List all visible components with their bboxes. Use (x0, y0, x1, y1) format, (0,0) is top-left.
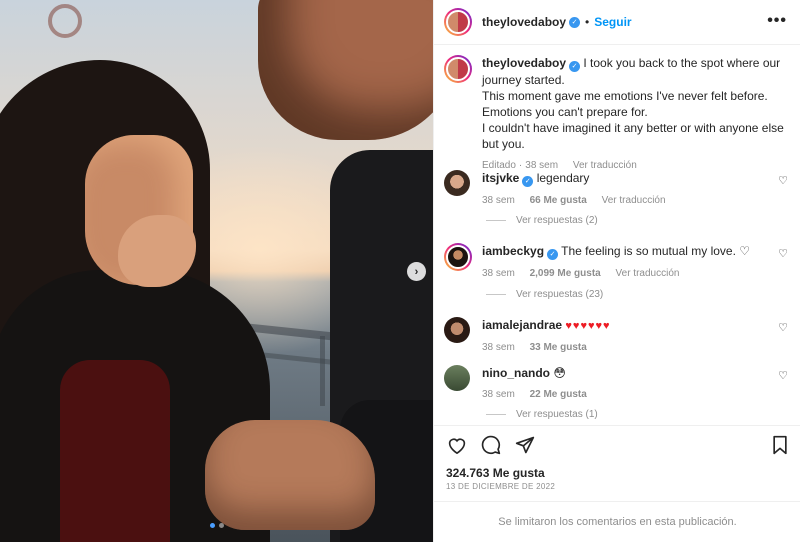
view-replies-button[interactable]: Ver respuestas (23) (486, 289, 603, 300)
comments-limited-notice: Se limitaron los comentarios en esta pub… (434, 501, 800, 542)
bookmark-icon[interactable] (769, 434, 791, 456)
comment-time[interactable]: 38 sem (482, 389, 515, 400)
verified-badge-icon: ✓ (569, 16, 581, 28)
caption-row: theylovedaboy ✓ I took you back to the sp… (444, 55, 796, 174)
comment-meta: 38 sem 33 Me gusta (482, 340, 796, 356)
view-replies-button[interactable]: Ver respuestas (1) (486, 409, 598, 420)
caption-username[interactable]: theylovedaboy (482, 56, 566, 70)
hands-with-ring (205, 420, 375, 530)
carousel-dot-active (210, 523, 215, 528)
translate-link[interactable]: Ver traducción (616, 268, 680, 279)
comment-likes[interactable]: 33 Me gusta (530, 342, 587, 353)
comment-text: The feeling is so mutual my love. ♡ (561, 244, 751, 258)
post-header: theylovedaboy ✓ • Seguir ••• (434, 0, 800, 45)
comment-time[interactable]: 38 sem (482, 195, 515, 206)
comment-row: iambeckyg ✓ The feeling is so mutual my l… (444, 243, 796, 282)
carousel-dot (219, 523, 224, 528)
comment-row: nino_nando 😳 38 sem 22 Me gusta ♡ (444, 365, 796, 403)
comment-username[interactable]: iambeckyg (482, 244, 544, 258)
comment-row: iamalejandrae ♥♥♥♥♥♥ 38 sem 33 Me gusta … (444, 317, 796, 356)
comment-text: legendary (536, 171, 590, 185)
caption-line: I couldn't have imagined it any better o… (482, 121, 784, 151)
caption-line: This moment gave me emotions I've never … (482, 89, 768, 119)
commenter-avatar[interactable] (444, 365, 470, 391)
comment-likes[interactable]: 22 Me gusta (530, 389, 587, 400)
verified-badge-icon: ✓ (547, 249, 559, 260)
view-replies-button[interactable]: Ver respuestas (2) (486, 215, 598, 226)
comment-time[interactable]: 38 sem (482, 342, 515, 353)
like-icon[interactable] (446, 434, 468, 456)
carousel-dots (210, 523, 224, 528)
comment-username[interactable]: nino_nando (482, 366, 550, 380)
caption-avatar[interactable] (444, 55, 472, 83)
action-bar: 324.763 Me gusta 13 DE DICIEMBRE DE 2022 (434, 425, 800, 501)
replies-label: Ver respuestas (1) (516, 409, 598, 420)
comment-meta: 38 sem 2,099 Me gusta Ver traducción (482, 266, 796, 282)
comment-username[interactable]: itsjvke (482, 171, 519, 185)
commenter-avatar[interactable] (444, 243, 472, 271)
comment-text: 😳 (553, 366, 566, 380)
woman-top (60, 360, 170, 542)
replies-label: Ver respuestas (23) (516, 289, 604, 300)
post-dialog: › theylovedaboy ✓ • Seguir ••• theyloved… (0, 0, 800, 542)
comment-likes[interactable]: 2,099 Me gusta (530, 268, 601, 279)
comment-icon[interactable] (480, 434, 502, 456)
follow-button[interactable]: Seguir (594, 15, 631, 29)
ferris-wheel-shape (48, 4, 82, 38)
separator: • (585, 15, 590, 29)
post-date: 13 DE DICIEMBRE DE 2022 (446, 482, 556, 491)
post-photo[interactable]: › (0, 0, 433, 542)
commenter-avatar[interactable] (444, 170, 470, 196)
like-comment-icon[interactable]: ♡ (778, 369, 788, 382)
like-comment-icon[interactable]: ♡ (778, 247, 788, 260)
comment-meta: 38 sem 66 Me gusta Ver traducción (482, 193, 796, 209)
comment-meta: 38 sem 22 Me gusta (482, 387, 796, 403)
translate-link[interactable]: Ver traducción (602, 195, 666, 206)
comment-time[interactable]: 38 sem (482, 268, 515, 279)
share-icon[interactable] (514, 434, 536, 456)
like-comment-icon[interactable]: ♡ (778, 174, 788, 187)
side-panel: theylovedaboy ✓ • Seguir ••• theylovedab… (433, 0, 800, 542)
commenter-avatar[interactable] (444, 317, 470, 343)
replies-label: Ver respuestas (2) (516, 215, 598, 226)
verified-badge-icon: ✓ (569, 61, 581, 72)
like-comment-icon[interactable]: ♡ (778, 321, 788, 334)
comment-username[interactable]: iamalejandrae (482, 318, 562, 332)
comment-text: ♥♥♥♥♥♥ (565, 320, 611, 332)
man-face (258, 0, 433, 140)
author-avatar[interactable] (444, 8, 472, 36)
comment-likes[interactable]: 66 Me gusta (530, 195, 587, 206)
comments-list[interactable]: theylovedaboy ✓ I took you back to the sp… (434, 45, 800, 425)
next-icon[interactable]: › (407, 262, 426, 281)
verified-badge-icon: ✓ (522, 176, 534, 187)
author-username[interactable]: theylovedaboy (482, 15, 566, 29)
more-options-icon[interactable]: ••• (767, 12, 787, 30)
comment-row: itsjvke ✓ legendary 38 sem 66 Me gusta Ve… (444, 170, 796, 209)
railing-post (320, 336, 325, 406)
likes-count[interactable]: 324.763 Me gusta (446, 466, 545, 480)
